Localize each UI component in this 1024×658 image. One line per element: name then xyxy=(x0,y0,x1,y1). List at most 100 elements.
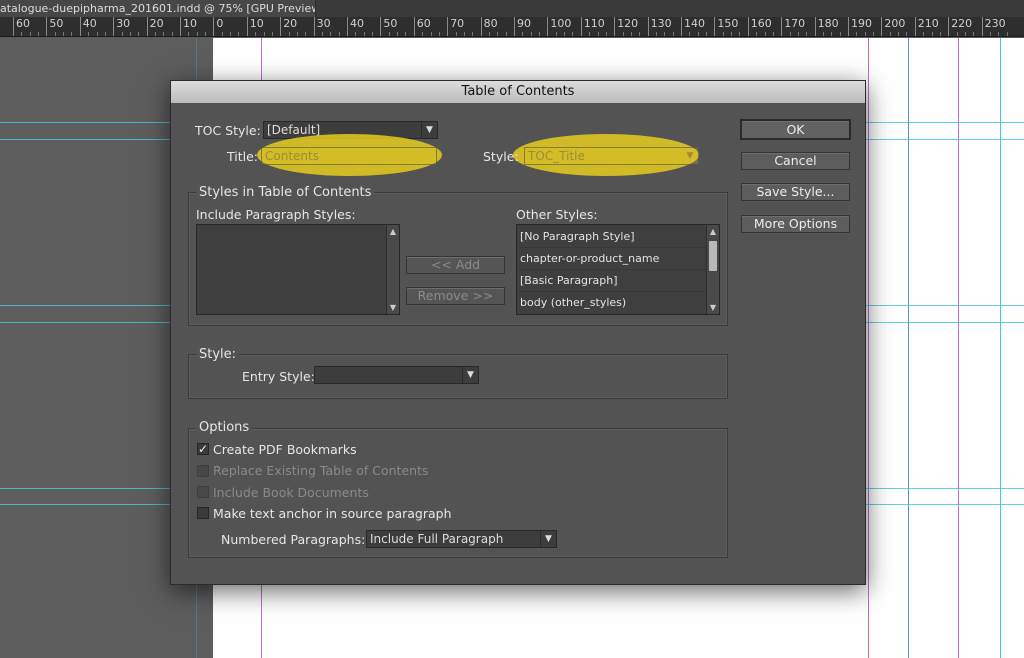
ruler-minor-tick xyxy=(71,32,73,36)
ruler-minor-tick xyxy=(739,32,741,36)
numbered-paragraphs-select[interactable]: Include Full Paragraph ▼ xyxy=(366,530,557,548)
horizontal-ruler[interactable]: 60 50 40 30 20 10 0 10 20 30 40 50 60 70 80 90 100 110 120… xyxy=(0,17,1024,37)
scroll-up-icon[interactable]: ▲ xyxy=(707,227,719,236)
chevron-down-icon: ▼ xyxy=(462,367,478,383)
numbered-paragraphs-value: Include Full Paragraph xyxy=(370,532,504,546)
ruler-minor-tick xyxy=(221,32,223,36)
entry-style-label: Entry Style: xyxy=(242,369,315,384)
scroll-up-icon[interactable]: ▲ xyxy=(387,227,399,236)
ruler-minor-tick xyxy=(555,32,557,36)
ruler-minor-tick xyxy=(305,32,307,36)
toc-dialog: Table of Contents TOC Style: [Default] ▼… xyxy=(170,80,866,585)
remove-button[interactable]: Remove >> xyxy=(406,287,505,305)
ruler-minor-tick xyxy=(188,32,190,36)
list-item[interactable]: [No Paragraph Style] xyxy=(519,226,707,248)
toc-style-label: TOC Style: xyxy=(195,123,261,138)
cancel-button[interactable]: Cancel xyxy=(741,152,850,170)
document-tab[interactable]: atalogue-duepipharma_201601.indd @ 75% [… xyxy=(0,0,316,17)
ruler-minor-tick xyxy=(163,32,165,36)
ruler-tick-label: 190 xyxy=(848,17,872,36)
save-style-button[interactable]: Save Style... xyxy=(741,183,850,201)
ruler-minor-tick xyxy=(430,32,432,36)
ruler-minor-tick xyxy=(797,32,799,36)
other-styles-list[interactable]: [No Paragraph Style] chapter-or-product_… xyxy=(516,224,720,315)
ruler-minor-tick xyxy=(38,32,40,36)
ruler-minor-tick xyxy=(939,32,941,36)
ruler-minor-tick xyxy=(54,32,56,36)
list-item[interactable]: chapter-or-product_name xyxy=(519,248,707,270)
ruler-minor-tick xyxy=(697,32,699,36)
ruler-minor-tick xyxy=(330,32,332,36)
ruler-minor-tick xyxy=(906,32,908,36)
ruler-minor-tick xyxy=(597,32,599,36)
guide-column xyxy=(908,38,909,658)
dialog-title[interactable]: Table of Contents xyxy=(171,81,865,103)
ruler-tick-label: 230 xyxy=(981,17,1006,36)
ruler-tick-label: 200 xyxy=(881,17,905,36)
ruler-minor-tick xyxy=(397,32,399,36)
ruler-minor-tick xyxy=(664,32,666,36)
other-styles-label: Other Styles: xyxy=(516,207,598,222)
title-input[interactable]: Contents xyxy=(261,147,437,165)
ruler-minor-tick xyxy=(255,32,257,36)
options-group-title: Options xyxy=(196,420,253,435)
title-style-value: TOC_Title xyxy=(528,149,585,163)
ruler-minor-tick xyxy=(263,32,265,36)
ruler-minor-tick xyxy=(722,32,724,36)
ruler-minor-tick xyxy=(898,32,900,36)
ruler-minor-tick xyxy=(931,32,933,36)
ruler-minor-tick xyxy=(154,32,156,36)
ruler-minor-tick xyxy=(463,32,465,36)
ruler-minor-tick xyxy=(998,32,1000,36)
ruler-minor-tick xyxy=(522,32,524,36)
styles-in-toc-title: Styles in Table of Contents xyxy=(196,185,375,200)
ruler-minor-tick xyxy=(889,32,891,36)
make-text-anchor-checkbox[interactable] xyxy=(197,507,209,519)
ruler-minor-tick xyxy=(405,32,407,36)
include-book-documents-label: Include Book Documents xyxy=(213,485,369,500)
ruler-minor-tick xyxy=(956,32,958,36)
entry-style-select[interactable]: ▼ xyxy=(314,366,479,384)
ruler-minor-tick xyxy=(21,32,23,36)
list-item[interactable]: [Basic Paragraph] xyxy=(519,270,707,292)
ruler-minor-tick xyxy=(205,32,207,36)
replace-existing-checkbox[interactable] xyxy=(197,465,209,477)
more-options-button[interactable]: More Options xyxy=(741,215,850,233)
ruler-minor-tick xyxy=(63,32,65,36)
chevron-down-icon: ▼ xyxy=(421,122,437,138)
ruler-minor-tick xyxy=(789,32,791,36)
ruler-minor-tick xyxy=(873,32,875,36)
tab-strip xyxy=(316,0,1024,17)
ruler-minor-tick xyxy=(288,32,290,36)
list-scrollbar[interactable]: ▲ ▼ xyxy=(386,225,399,314)
ok-button[interactable]: OK xyxy=(740,119,851,140)
chevron-down-icon: ▼ xyxy=(540,531,556,547)
ruler-minor-tick xyxy=(706,32,708,36)
ruler-minor-tick xyxy=(96,32,98,36)
ruler-tick-label: 130 xyxy=(647,17,672,36)
create-pdf-bookmarks-label: Create PDF Bookmarks xyxy=(213,442,357,457)
chevron-down-icon: ▼ xyxy=(686,151,694,161)
ruler-minor-tick xyxy=(655,32,657,36)
create-pdf-bookmarks-checkbox[interactable]: ✓ xyxy=(197,443,209,455)
include-paragraph-styles-list[interactable]: ▲ ▼ xyxy=(196,224,400,315)
add-button[interactable]: << Add xyxy=(406,256,505,274)
scroll-down-icon[interactable]: ▼ xyxy=(707,303,719,312)
list-scrollbar[interactable]: ▲ ▼ xyxy=(706,225,719,314)
list-item[interactable]: body (other_styles) xyxy=(519,292,707,314)
ruler-minor-tick xyxy=(505,32,507,36)
include-book-documents-checkbox[interactable] xyxy=(197,486,209,498)
ruler-minor-tick xyxy=(639,32,641,36)
title-style-select[interactable]: TOC_Title ▼ xyxy=(524,147,699,165)
ruler-minor-tick xyxy=(630,32,632,36)
scroll-down-icon[interactable]: ▼ xyxy=(387,303,399,312)
ruler-minor-tick xyxy=(238,32,240,36)
scroll-thumb[interactable] xyxy=(709,241,717,271)
ruler-minor-tick xyxy=(530,32,532,36)
ruler-minor-tick xyxy=(29,32,31,36)
ruler-minor-tick xyxy=(388,32,390,36)
checkmark-icon: ✓ xyxy=(198,442,209,456)
ruler-tick-label: 100 xyxy=(547,17,571,36)
ruler-minor-tick xyxy=(438,32,440,36)
ruler-minor-tick xyxy=(138,32,140,36)
